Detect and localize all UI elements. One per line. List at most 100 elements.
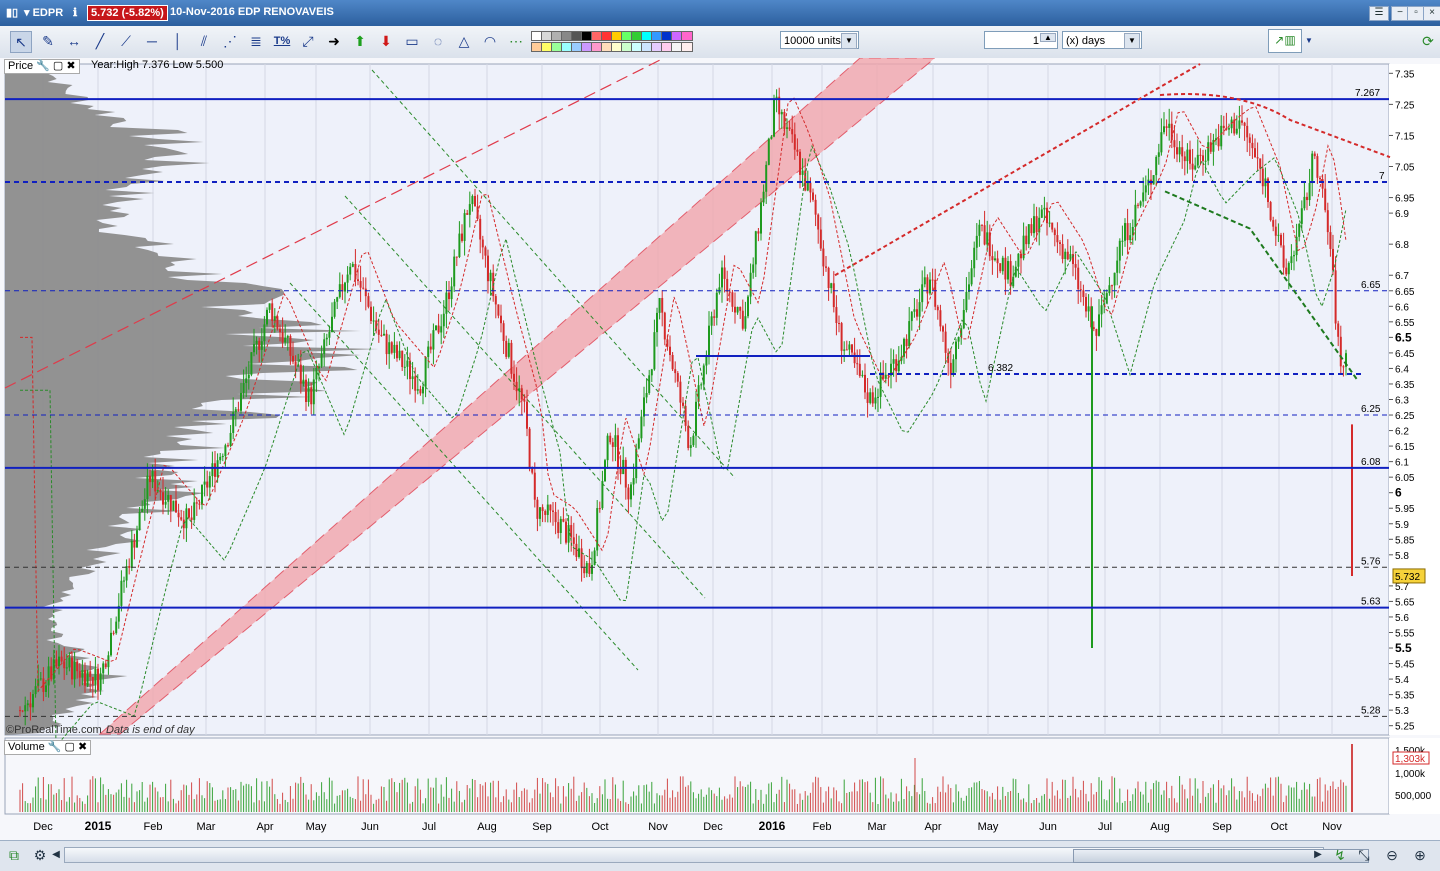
select-pointer-icon[interactable]: ↖: [10, 31, 32, 53]
trendline-icon[interactable]: ╱: [90, 31, 110, 51]
refresh-icon[interactable]: ⟳: [1418, 31, 1438, 51]
auto-scroll-icon[interactable]: ↯: [1330, 845, 1350, 865]
candle-body: [55, 659, 58, 667]
percent-tool[interactable]: T%: [272, 31, 292, 51]
candle-body: [91, 676, 94, 685]
candle-body: [757, 231, 760, 234]
chart-style-icon[interactable]: ↗▥: [1268, 29, 1302, 53]
layout-icon[interactable]: ⧉: [4, 845, 24, 865]
candle-body: [713, 316, 716, 318]
candle-body: [674, 369, 677, 374]
candle-body: [864, 374, 866, 393]
units-select[interactable]: 10000 units ▼: [780, 31, 859, 49]
period-stepper[interactable]: 1 ▲: [984, 31, 1058, 49]
arrow-right-icon[interactable]: ➜: [324, 31, 344, 51]
candle-body: [630, 484, 632, 500]
rectangle-icon[interactable]: ▭: [402, 31, 422, 51]
candle-body: [752, 264, 755, 273]
candle-body: [1272, 220, 1275, 227]
zoom-in-icon[interactable]: ⊕: [1410, 845, 1430, 865]
segment-icon[interactable]: ⟋: [116, 31, 136, 51]
arc-icon[interactable]: ◠: [480, 31, 500, 51]
chevron-down-icon[interactable]: ▼: [1124, 33, 1140, 49]
channel-icon[interactable]: ⫽: [194, 31, 214, 51]
candle-body: [198, 503, 201, 505]
wrench-icon[interactable]: 🔧: [48, 741, 62, 753]
close-icon[interactable]: ✖: [66, 60, 75, 72]
candle-body: [271, 303, 274, 321]
candle-body: [156, 490, 159, 492]
candle-body: [825, 266, 827, 268]
horizontal-scrollbar[interactable]: [64, 847, 1369, 863]
candle-body: [1087, 306, 1090, 312]
candle-body: [765, 164, 768, 192]
candle-body: [871, 392, 874, 404]
candle-body: [133, 540, 136, 548]
x-axis-label: Dec: [703, 821, 723, 833]
candle-body: [585, 563, 588, 574]
candle-body: [1181, 147, 1184, 157]
price-chart[interactable]: Dec 2015 Feb Mar Apr May Jun Jul Aug Sep Oct Nov Dec…: [0, 58, 1440, 840]
color-swatch[interactable]: [681, 42, 693, 52]
chevron-down-icon[interactable]: ▼: [1302, 31, 1316, 51]
candle-body: [1326, 210, 1329, 233]
candle-body: [489, 272, 492, 282]
candle-body: [877, 396, 879, 398]
period-unit-select[interactable]: (x) days ▼: [1062, 31, 1142, 49]
triangle-icon[interactable]: △: [454, 31, 474, 51]
candle-body: [1027, 224, 1030, 245]
scroll-right-icon[interactable]: ▶: [1308, 845, 1328, 865]
fit-chart-icon[interactable]: ⤡: [1354, 845, 1374, 865]
candle-body: [507, 342, 510, 357]
candle-body: [710, 316, 713, 326]
candle-body: [141, 508, 144, 512]
candle-body: [242, 383, 245, 393]
candle-body: [749, 272, 752, 297]
fan-icon[interactable]: ⋰: [220, 31, 240, 51]
y-axis-label: 6.9: [1395, 209, 1409, 220]
candle-body: [201, 484, 203, 505]
candle-body: [169, 495, 172, 511]
window-icon[interactable]: ▢: [65, 741, 75, 753]
candle-body: [1269, 202, 1272, 221]
candle-body: [245, 378, 248, 384]
chart-area[interactable]: Dec 2015 Feb Mar Apr May Jun Jul Aug Sep Oct Nov Dec…: [0, 58, 1440, 840]
scroll-left-icon[interactable]: ◀: [46, 845, 66, 865]
symbol-dropdown[interactable]: ▾ EDPR: [24, 6, 63, 19]
price-legend[interactable]: Price 🔧 ▢ ✖: [4, 59, 80, 74]
expand-icon[interactable]: ⤢: [298, 31, 318, 51]
y-axis-label: 5.65: [1395, 597, 1415, 608]
chevron-down-icon[interactable]: ▼: [841, 33, 857, 49]
candle-body: [957, 337, 960, 342]
candle-body: [637, 438, 640, 449]
candle-body: [853, 352, 856, 364]
candle-body: [1300, 208, 1303, 224]
stepper-up-icon[interactable]: ▲: [1040, 33, 1056, 42]
fibonacci-icon[interactable]: ≣: [246, 31, 266, 51]
menu-button[interactable]: ☰: [1369, 6, 1389, 21]
chart-icon[interactable]: ▮▯: [6, 6, 18, 19]
candle-body: [848, 344, 851, 350]
candle-body: [728, 291, 731, 293]
arrow-up-icon[interactable]: ⬆: [350, 31, 370, 51]
candle-body: [349, 266, 352, 275]
close-button[interactable]: ×: [1423, 6, 1440, 21]
close-icon[interactable]: ✖: [78, 741, 87, 753]
wrench-icon[interactable]: 🔧: [36, 60, 50, 72]
window-icon[interactable]: ▢: [53, 60, 63, 72]
arrow-down-icon[interactable]: ⬇: [376, 31, 396, 51]
lasso-icon[interactable]: ◌: [428, 31, 448, 51]
ruler-icon[interactable]: ✎: [38, 31, 58, 51]
info-icon[interactable]: ℹ: [73, 6, 77, 19]
color-swatch[interactable]: [681, 31, 693, 41]
volume-legend[interactable]: Volume 🔧 ▢ ✖: [4, 740, 92, 755]
zoom-out-icon[interactable]: ⊖: [1382, 845, 1402, 865]
candle-body: [273, 316, 276, 321]
horizontal-line-icon[interactable]: ─: [142, 31, 162, 51]
gann-icon[interactable]: ⋯: [506, 31, 526, 51]
vertical-line-icon[interactable]: │: [168, 31, 188, 51]
candle-body: [211, 463, 214, 477]
candle-body: [1254, 148, 1256, 158]
horizontal-arrows-icon[interactable]: ↔: [64, 31, 84, 51]
candle-body: [962, 310, 965, 329]
